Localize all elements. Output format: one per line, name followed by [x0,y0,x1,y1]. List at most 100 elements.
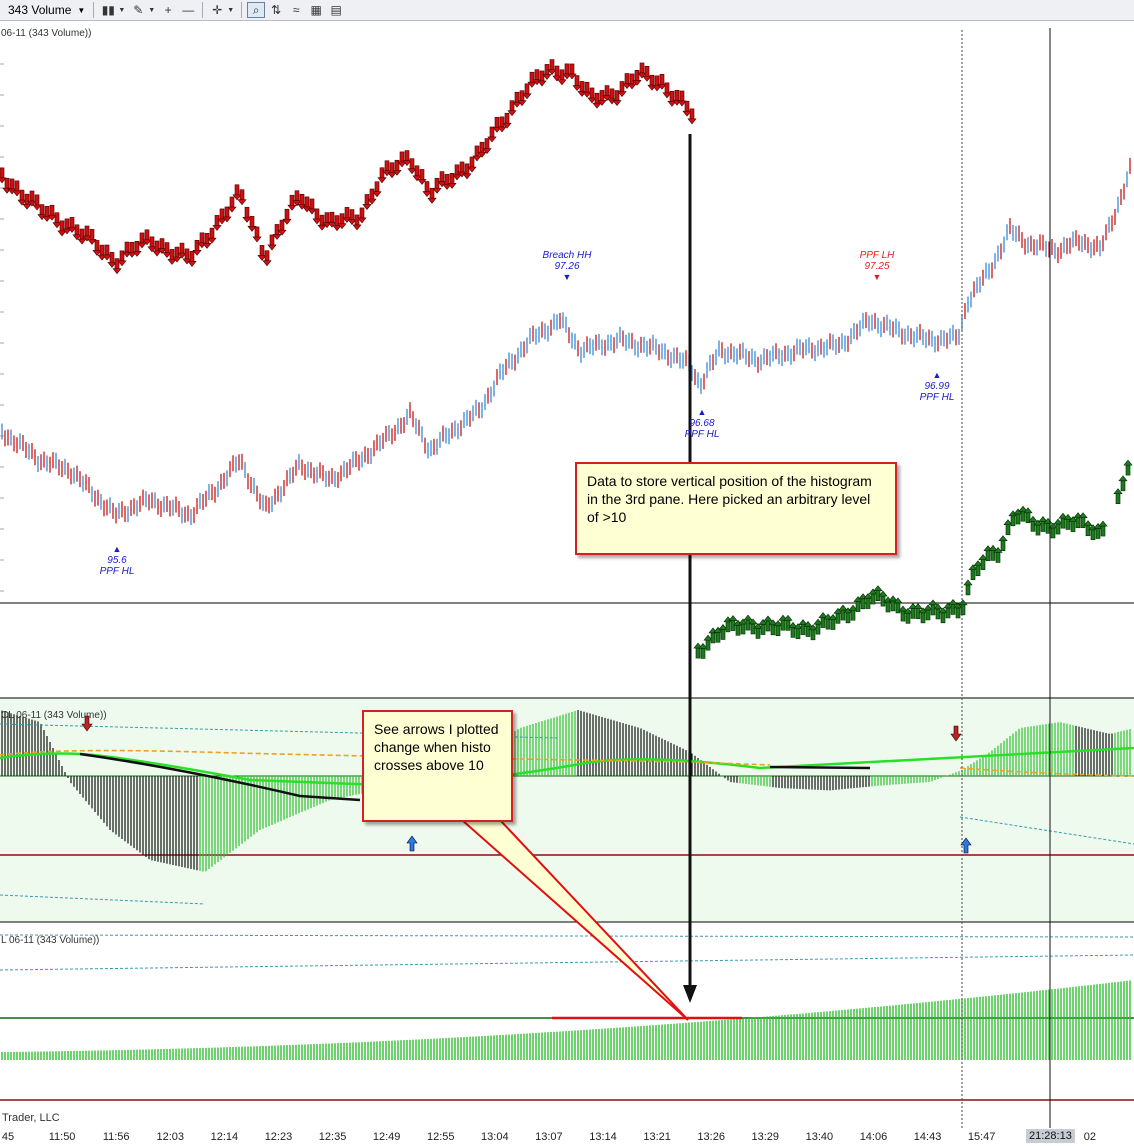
bear-arrow-body [644,65,650,77]
annotation-price: 97.26 [554,261,580,272]
bear-arrow-head [22,203,32,210]
bear-arrow-body [349,209,355,220]
chevron-down-icon[interactable]: ▼ [227,7,234,14]
bear-arrow-body [234,184,240,196]
chart-toolbar: 343 Volume ▼ ▮▮ ▼ ✎ ▼ + — ✛ ▼ ⌕ ⇅ ≈ ▦ ▤ [0,0,1134,21]
ma-black-line [769,765,871,770]
bear-arrow-body [409,158,415,169]
annotation-price: 96.99 [924,381,950,392]
bear-arrow-body [674,89,680,101]
callout-pointer-arrowhead [683,985,697,1003]
bull-arrow-head [838,604,848,611]
bear-arrow-body [489,126,495,138]
bull-arrow-head [998,535,1008,542]
bear-arrow-body [504,112,510,124]
bear-arrow-body [324,212,330,223]
bear-arrow-body [14,180,20,192]
bear-arrow-head [187,261,197,267]
bull-arrow-head [763,615,773,622]
bear-arrow-body [179,242,185,254]
time-axis[interactable]: 45 11:50 11:56 12:03 12:14 12:23 12:35 12:49 12:… [0,1128,1134,1146]
bar-period-value: 343 Volume [8,3,72,17]
bear-arrow-body [224,206,230,218]
bear-arrow-body [74,224,80,236]
bear-arrow-body [589,87,595,99]
bear-arrow-body [624,73,630,84]
zoom-in-icon[interactable]: + [159,2,177,18]
chevron-down-icon[interactable]: ▼ [118,7,125,14]
annotation-line: PPF HL [684,429,720,440]
footer-copyright: Trader, LLC [2,1112,60,1124]
bull-arrow-body [865,598,871,609]
bear-arrow-body [469,156,475,168]
bull-arrow-body [1010,515,1016,527]
bull-arrow-body [835,613,841,624]
draw-pencil-icon[interactable]: ✎ [129,2,147,18]
ppf-hl-label-1: ▲ 95.6 PPF HL [100,544,135,577]
bear-arrow-body [619,81,625,92]
data-box-icon[interactable]: ▤ [327,2,345,18]
bear-arrow-head [167,259,177,265]
bear-arrow-head [352,224,362,231]
bear-arrow-body [4,177,10,189]
bull-arrow-body [1000,540,1006,552]
chart-area[interactable] [0,20,1134,1128]
bull-arrow-body [815,623,821,635]
chevron-down-icon[interactable]: ▼ [148,7,155,14]
bar-period-dropdown[interactable]: 343 Volume ▼ [4,2,89,18]
bear-arrow-head [387,172,397,179]
zoom-out-icon[interactable]: — [179,2,197,18]
bear-arrow-body [289,194,295,206]
time-tick-label: 13:26 [697,1131,725,1143]
bear-arrow-body [384,160,390,172]
bear-arrow-body [499,116,505,128]
bear-arrow-body [49,204,55,216]
bull-arrow-head [743,614,753,621]
bear-arrow-head [627,83,637,90]
bull-arrow-body [1115,493,1121,505]
time-tick-label: 14:06 [859,1131,888,1143]
bull-arrow-body [1090,529,1096,541]
toolbar-divider [93,2,95,18]
bear-arrow-body [84,225,90,237]
bear-arrow-body [359,207,365,219]
ppf-lh-label: PPF LH 97.25 ▼ [860,250,895,283]
triangle-up-icon: ▲ [697,407,707,417]
bear-arrow-body [649,74,655,86]
bull-arrow-body [720,629,726,640]
bear-arrow-body [629,73,635,85]
bear-arrow-body [354,214,360,226]
bear-arrow-body [524,83,530,95]
bull-arrow-head [888,595,898,602]
price-pane-title: 06-11 (343 Volume)) [1,28,92,39]
bear-arrow-head [592,102,602,109]
bar-type-icon[interactable]: ▮▮ [99,2,117,18]
bear-arrow-body [89,229,95,240]
bull-arrow-body [950,604,956,615]
bear-arrow-body [664,82,670,94]
bear-arrow-body [419,169,425,180]
bear-arrow-body [279,219,285,231]
bear-arrow-body [294,190,300,202]
properties-icon[interactable]: ▦ [307,2,325,18]
bull-arrow-body [870,593,876,605]
bull-arrow-body [785,620,791,631]
crosshair-icon[interactable]: ✛ [208,2,226,18]
indicators-icon[interactable]: ⇅ [267,2,285,18]
time-tick-label: 12:23 [264,1131,293,1143]
bull-arrow-body [760,624,766,635]
bear-arrow-head [462,173,472,180]
bull-arrow-body [910,608,916,619]
bull-arrow-body [735,624,741,636]
magnifier-icon[interactable]: ⌕ [247,2,266,18]
bull-arrow-body [830,619,836,630]
time-tick-label: 13:14 [589,1131,617,1143]
time-tick-label: 14:43 [913,1131,942,1143]
bear-arrow-body [454,164,460,176]
bull-arrow-body [850,609,856,621]
bear-arrow-body [329,211,335,223]
bull-arrow-body [695,647,701,659]
bear-arrow-body [184,248,190,260]
bear-arrow-body [584,81,590,93]
strategies-icon[interactable]: ≈ [287,2,305,18]
